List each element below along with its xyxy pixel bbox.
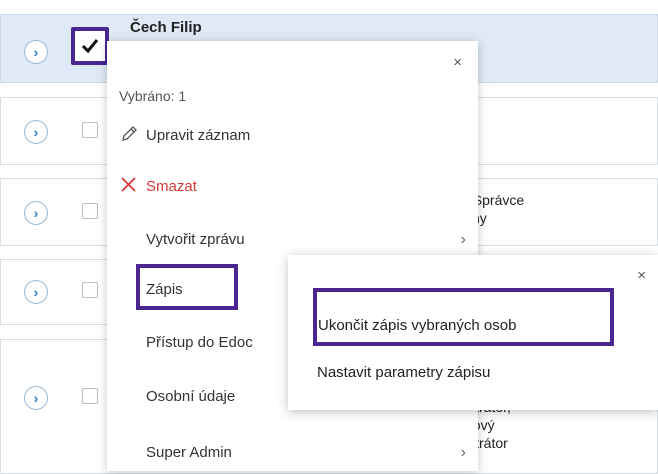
close-icon[interactable]: × [453, 54, 462, 71]
row-checkbox[interactable] [82, 122, 98, 138]
highlight-frame-zapis [136, 264, 238, 310]
chevron-right-icon: › [33, 124, 39, 140]
expand-row-button[interactable]: › [24, 386, 48, 410]
menu-item-edit[interactable]: Upravit záznam [107, 121, 478, 151]
menu-item-super-admin[interactable]: Super Admin › [107, 438, 478, 468]
menu-item-delete[interactable]: Smazat [107, 172, 478, 202]
expand-row-button[interactable]: › [24, 201, 48, 225]
row-name: Čech Filip [130, 19, 202, 36]
row-checkbox[interactable] [82, 388, 98, 404]
row-checkbox[interactable] [82, 282, 98, 298]
chevron-right-icon: › [460, 444, 466, 461]
selected-count: Vybráno: 1 [119, 88, 187, 104]
chevron-right-icon: › [33, 284, 39, 300]
menu-item-enrollment-settings[interactable]: Nastavit parametry zápisu [317, 364, 490, 381]
menu-item-end-enrollment[interactable]: Ukončit zápis vybraných osob [318, 317, 516, 334]
pencil-icon [122, 126, 137, 141]
row-checkbox[interactable] [82, 203, 98, 219]
expand-row-button[interactable]: › [24, 40, 48, 64]
chevron-right-icon: › [33, 205, 39, 221]
chevron-right-icon: › [33, 390, 39, 406]
chevron-right-icon: › [460, 231, 466, 248]
delete-x-icon [121, 177, 136, 192]
row-checkbox[interactable] [71, 27, 109, 65]
checkmark-icon [81, 39, 99, 54]
close-icon[interactable]: × [637, 267, 646, 284]
zapis-submenu: × Ukončit zápis vybraných osob Nastavit … [288, 255, 658, 410]
chevron-right-icon: › [33, 44, 39, 60]
expand-row-button[interactable]: › [24, 120, 48, 144]
menu-item-create-message[interactable]: Vytvořit zprávu › [107, 225, 478, 255]
expand-row-button[interactable]: › [24, 280, 48, 304]
